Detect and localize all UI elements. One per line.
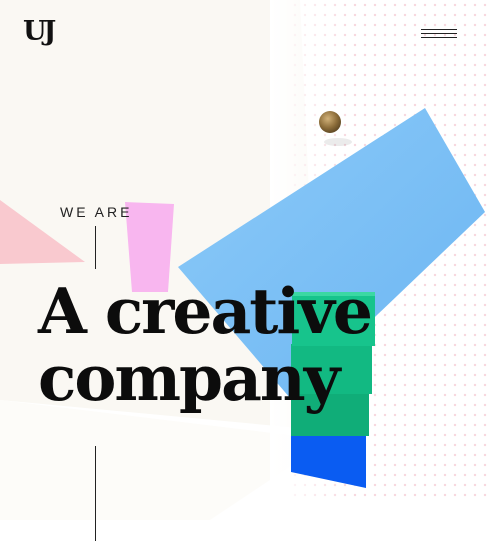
navy-block-shape — [291, 432, 366, 488]
menu-line — [421, 33, 457, 35]
bronze-ball-shape — [319, 111, 341, 133]
hamburger-menu-icon[interactable] — [421, 28, 457, 42]
brand-logo[interactable]: UJ — [23, 18, 56, 45]
headline-line-1: A creative — [38, 274, 373, 348]
ball-shadow — [324, 138, 352, 146]
divider-line-bottom — [95, 446, 96, 541]
hero-headline: A creative company — [38, 274, 373, 415]
divider-line-top — [95, 226, 96, 269]
headline-line-2: company — [38, 341, 340, 415]
menu-line — [421, 29, 457, 31]
decorative-shapes — [0, 108, 485, 488]
hero-page: UJ WE ARE A creative company — [0, 0, 490, 541]
menu-line — [421, 37, 457, 39]
hero-eyebrow: WE ARE — [60, 204, 133, 220]
